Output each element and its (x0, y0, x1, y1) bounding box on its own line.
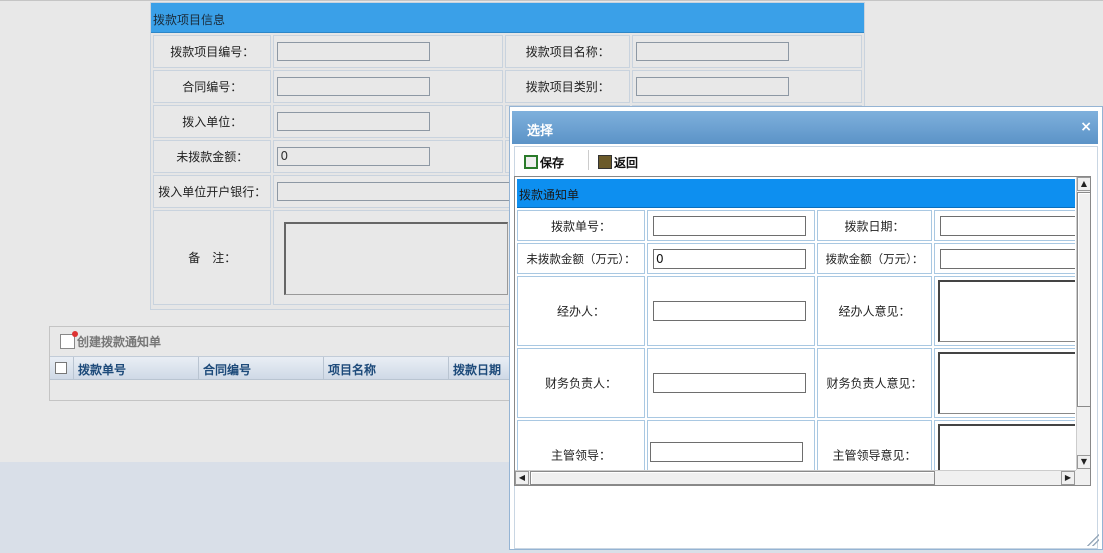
finance-opinion-label: 财务负责人意见： (826, 376, 923, 391)
vertical-scrollbar[interactable]: ▲ ▼ (1076, 177, 1090, 470)
unpaid-amount-label: 未拨款金额： (153, 140, 272, 173)
receiver-unit-input[interactable] (277, 112, 431, 131)
handler-input[interactable] (653, 301, 806, 321)
supervisor-opinion-textarea[interactable] (938, 424, 1075, 470)
contract-no-label: 合同编号： (153, 70, 272, 103)
column-header[interactable]: 拨款单号 (74, 357, 199, 379)
remark-textarea[interactable] (284, 222, 508, 295)
notice-form: 拨款通知单 拨款单号： 拨款日期： 未拨款金额（万元）： 0 拨款金额（万元）：… (515, 177, 1075, 470)
project-name-input[interactable] (636, 42, 790, 61)
project-name-label: 拨款项目名称： (505, 35, 631, 68)
scrollbar-corner (1076, 470, 1090, 485)
dialog-title: 选择 (527, 124, 554, 139)
project-type-label: 拨款项目类别： (505, 70, 631, 103)
resize-grip-icon[interactable] (1087, 534, 1099, 546)
column-header[interactable]: 项目名称 (324, 357, 449, 379)
supervisor-label: 主管领导： (550, 448, 611, 463)
dialog-toolbar: 保存 返回 (514, 146, 1098, 178)
receiver-bank-label: 拨入单位开户银行： (153, 175, 272, 208)
project-no-label: 拨款项目编号： (153, 35, 272, 68)
notice-date-input[interactable] (940, 216, 1075, 236)
new-document-icon (60, 331, 78, 349)
unpaid-amount-input[interactable]: 0 (277, 147, 431, 166)
notice-grid-panel: 创建拨款通知单 拨款单号 合同编号 项目名称 拨款日期 (49, 326, 514, 401)
amount-label: 拨款金额（万元）： (825, 251, 924, 266)
receiver-bank-input[interactable] (277, 182, 538, 201)
save-label: 保存 (540, 156, 565, 170)
finance-opinion-textarea[interactable] (938, 352, 1075, 414)
create-notice-label: 创建拨款通知单 (77, 335, 162, 349)
grid-header-row: 拨款单号 合同编号 项目名称 拨款日期 (50, 356, 513, 380)
notice-no-input[interactable] (653, 216, 806, 236)
create-notice-button[interactable]: 创建拨款通知单 (50, 327, 513, 356)
toolbar-separator (588, 150, 589, 170)
project-no-input[interactable] (277, 42, 431, 61)
back-button[interactable]: 返回 (598, 154, 638, 171)
scroll-right-icon[interactable]: ▶ (1061, 471, 1075, 485)
handler-opinion-textarea[interactable] (938, 280, 1075, 342)
handler-opinion-label: 经办人意见： (838, 304, 911, 319)
back-icon (598, 155, 612, 169)
scroll-up-icon[interactable]: ▲ (1077, 177, 1090, 191)
receiver-unit-label: 拨入单位： (153, 105, 272, 138)
horizontal-scroll-thumb[interactable] (530, 471, 935, 485)
unpaid-amount-label: 未拨款金额（万元）： (526, 251, 636, 266)
supervisor-input[interactable] (650, 442, 803, 462)
column-header[interactable]: 合同编号 (199, 357, 324, 379)
amount-input[interactable] (940, 249, 1075, 269)
notice-form-frame: 拨款通知单 拨款单号： 拨款日期： 未拨款金额（万元）： 0 拨款金额（万元）：… (514, 176, 1091, 486)
scroll-down-icon[interactable]: ▼ (1077, 455, 1090, 469)
scroll-left-icon[interactable]: ◀ (515, 471, 529, 485)
project-info-header: 拨款项目信息 (151, 3, 864, 33)
notice-no-label: 拨款单号： (550, 219, 611, 233)
close-icon[interactable]: × (1080, 119, 1092, 135)
project-type-input[interactable] (636, 77, 790, 96)
remark-label: 备 注： (153, 210, 272, 305)
finance-head-input[interactable] (653, 373, 806, 393)
handler-label: 经办人： (556, 304, 605, 319)
notice-header: 拨款通知单 (517, 179, 1075, 208)
back-label: 返回 (614, 156, 639, 170)
supervisor-opinion-label: 主管领导意见： (832, 448, 917, 463)
select-all-checkbox[interactable] (55, 362, 67, 374)
column-header[interactable]: 拨款日期 (449, 357, 513, 379)
unpaid-amount-input[interactable]: 0 (653, 249, 806, 269)
vertical-scroll-thumb[interactable] (1077, 192, 1090, 407)
notice-date-label: 拨款日期： (844, 219, 905, 233)
save-button[interactable]: 保存 (524, 154, 564, 171)
horizontal-scrollbar[interactable]: ◀ ▶ (515, 470, 1076, 485)
contract-no-input[interactable] (277, 77, 431, 96)
dialog-title-bar[interactable]: 选择 × (512, 111, 1098, 144)
save-icon (524, 155, 538, 169)
finance-head-label: 财务负责人： (544, 376, 617, 391)
